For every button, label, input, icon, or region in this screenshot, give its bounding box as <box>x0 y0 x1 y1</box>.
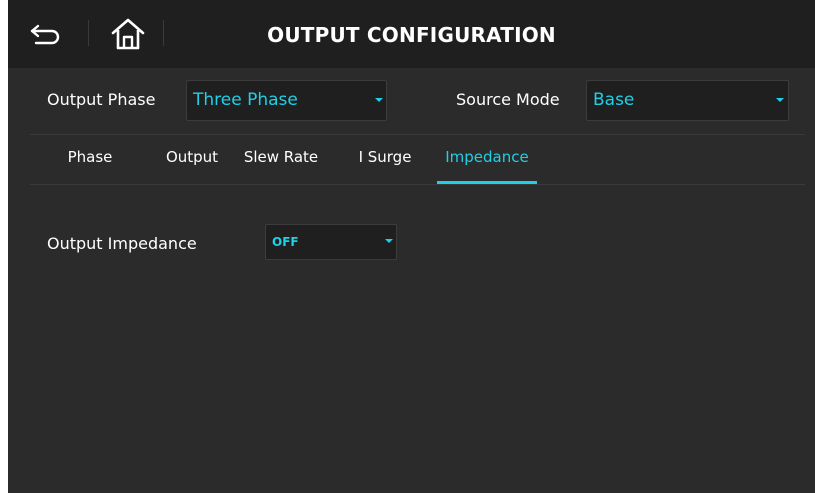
output-phase-label: Output Phase <box>47 90 156 109</box>
output-phase-dropdown[interactable]: Three Phase <box>186 80 387 121</box>
tab-phase[interactable]: Phase <box>60 148 120 184</box>
tab-output[interactable]: Output <box>161 148 223 184</box>
tab-label: Impedance <box>445 148 529 166</box>
output-phase-value: Three Phase <box>193 90 298 110</box>
output-impedance-label: Output Impedance <box>47 234 197 253</box>
back-arrow-icon <box>30 24 60 45</box>
source-mode-label: Source Mode <box>456 90 560 109</box>
home-button[interactable] <box>108 16 148 52</box>
source-mode-dropdown[interactable]: Base <box>586 80 789 121</box>
header-bar: OUTPUT CONFIGURATION <box>8 0 815 68</box>
output-impedance-dropdown[interactable]: OFF <box>265 224 397 260</box>
tab-label: I Surge <box>358 148 412 166</box>
caret-down-icon <box>375 98 383 102</box>
divider <box>30 184 805 185</box>
home-icon <box>111 18 145 50</box>
back-button[interactable] <box>28 18 64 50</box>
tab-impedance[interactable]: Impedance <box>437 148 537 184</box>
tab-label: Slew Rate <box>243 148 319 166</box>
source-mode-value: Base <box>593 90 635 110</box>
divider <box>30 134 805 135</box>
tab-label: Output <box>165 148 219 166</box>
caret-down-icon <box>776 98 784 102</box>
tab-i-surge[interactable]: I Surge <box>349 148 421 184</box>
tab-label: Phase <box>67 148 113 166</box>
tab-slew-rate[interactable]: Slew Rate <box>235 148 327 184</box>
caret-down-icon <box>385 239 393 243</box>
output-impedance-value: OFF <box>272 235 299 249</box>
output-configuration-screen: OUTPUT CONFIGURATION Output Phase Three … <box>8 0 815 493</box>
header-separator <box>163 20 164 46</box>
header-separator <box>88 20 89 46</box>
